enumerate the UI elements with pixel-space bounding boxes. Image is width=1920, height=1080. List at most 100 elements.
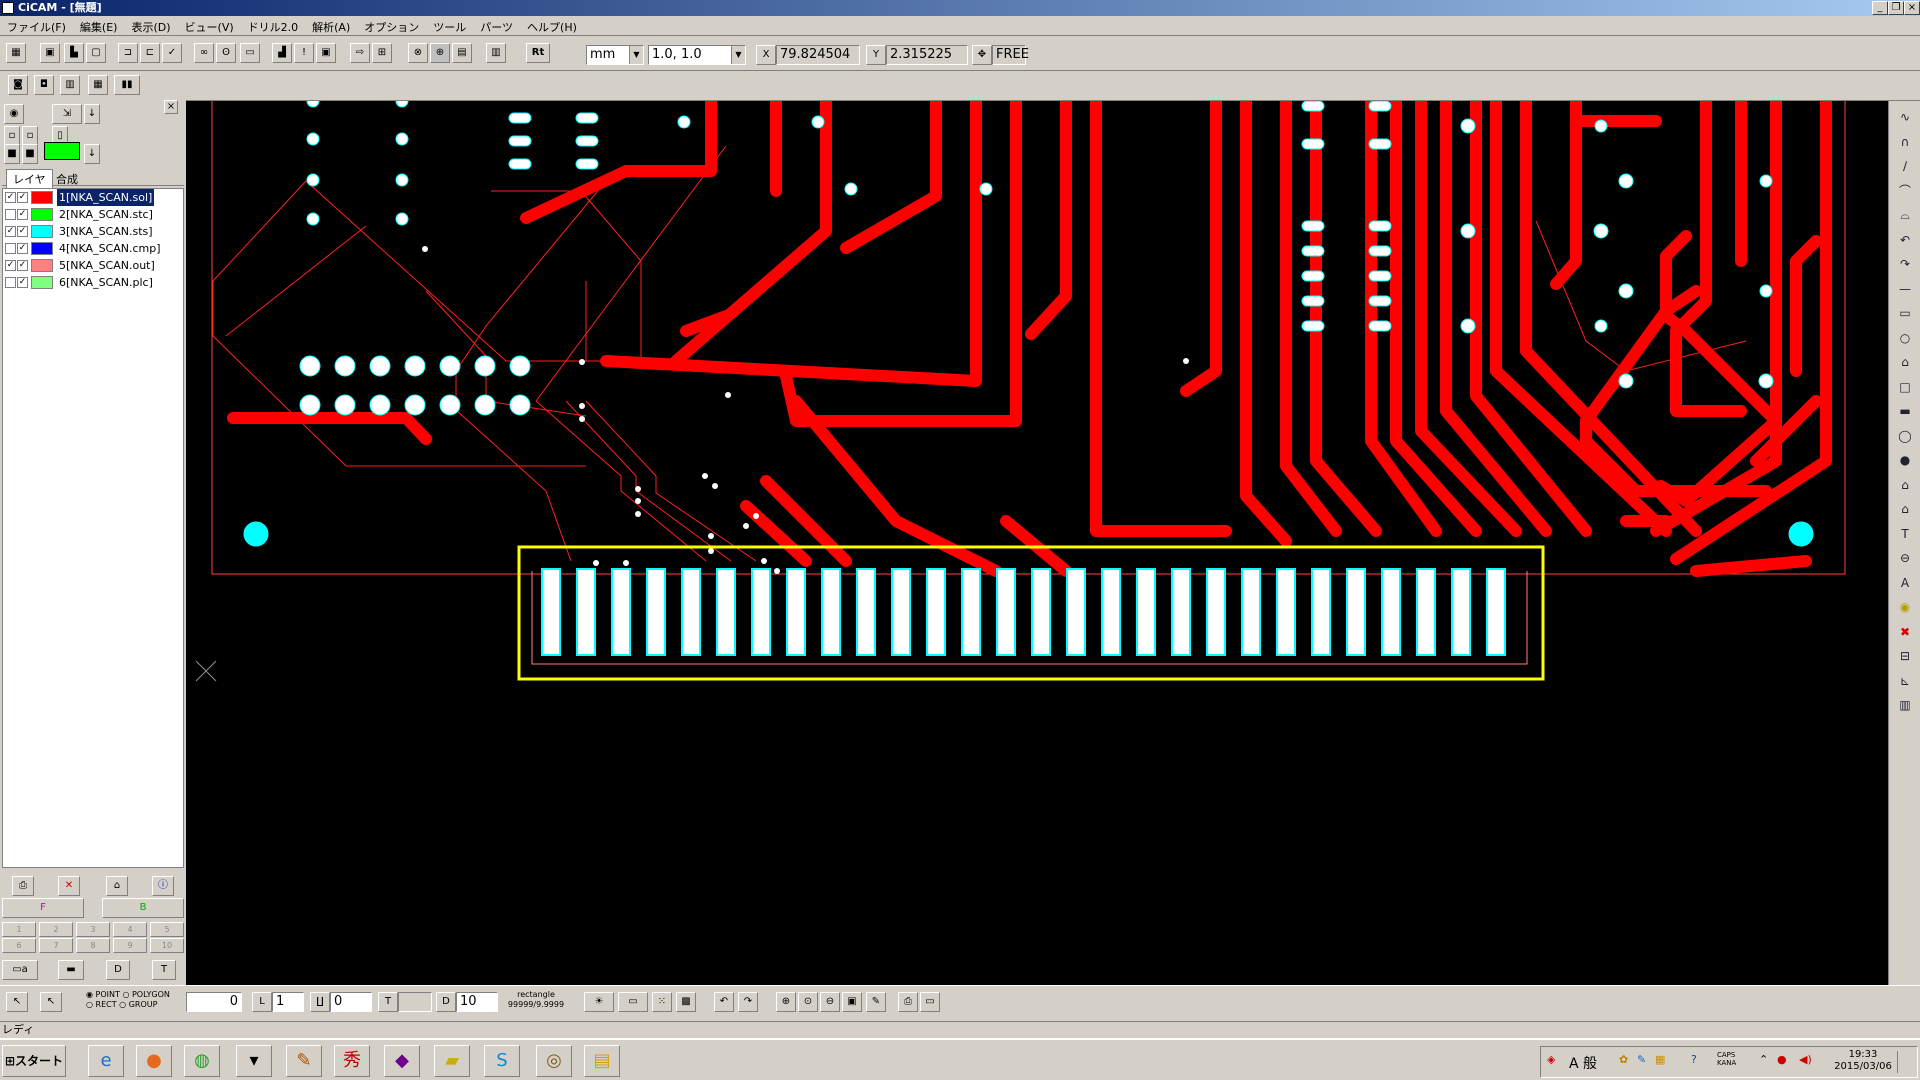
layer-row[interactable]: ✓ ✓ 5[NKA_SCAN.out] bbox=[3, 257, 183, 274]
tab-composite[interactable]: 合成 bbox=[50, 170, 84, 188]
home-fill-icon[interactable]: ⌂ bbox=[1895, 499, 1915, 519]
zoom-in-icon[interactable]: ⊕ bbox=[776, 992, 796, 1012]
layer-visible-checkbox[interactable]: ✓ bbox=[5, 226, 16, 237]
layer-number-button[interactable]: 9 bbox=[113, 938, 147, 953]
snap-grid-icon[interactable]: ▣ bbox=[40, 43, 60, 63]
snap-icon[interactable]: ✥ bbox=[972, 45, 992, 65]
arrow-right-icon[interactable]: ⇨ bbox=[350, 43, 370, 63]
pad-icon[interactable]: ⊕ bbox=[430, 43, 450, 63]
layer-active-checkbox[interactable]: ✓ bbox=[17, 277, 28, 288]
tab-layer[interactable]: レイヤ bbox=[6, 169, 53, 188]
close-icon[interactable]: × bbox=[164, 100, 178, 114]
menu-edit[interactable]: 編集(E) bbox=[73, 16, 125, 38]
layer-row[interactable]: ✓ 4[NKA_SCAN.cmp] bbox=[3, 240, 183, 257]
clock[interactable]: 19:33 2015/03/06 bbox=[1833, 1049, 1893, 1073]
chevron-up-icon[interactable]: ⌃ bbox=[1759, 1053, 1768, 1066]
color-grid-icon[interactable]: ▩ bbox=[676, 992, 696, 1012]
select-icon[interactable]: ▙ bbox=[64, 43, 84, 63]
layer-active-checkbox[interactable]: ✓ bbox=[17, 260, 28, 271]
layer-row[interactable]: ✓ 2[NKA_SCAN.stc] bbox=[3, 206, 183, 223]
rt-button[interactable]: Rt bbox=[526, 43, 550, 63]
ruler-icon[interactable]: ▭ bbox=[240, 43, 260, 63]
rotate-icon[interactable]: ⊏ bbox=[140, 43, 160, 63]
arrow-down-icon[interactable]: ↓ bbox=[84, 104, 100, 124]
layer-color-swatch[interactable] bbox=[31, 225, 53, 238]
rect-icon[interactable]: ▭ bbox=[1895, 303, 1915, 323]
ime-tool-icon[interactable]: ✿ bbox=[1619, 1053, 1628, 1066]
layer-number-button[interactable]: 2 bbox=[39, 922, 73, 937]
step-icon[interactable]: ▟ bbox=[272, 43, 292, 63]
firefox-icon[interactable]: ● bbox=[136, 1045, 172, 1077]
folder-icon[interactable]: ⌂ bbox=[106, 876, 128, 896]
table-icon[interactable]: ▥ bbox=[60, 75, 80, 95]
paint-icon[interactable]: ✎ bbox=[286, 1045, 322, 1077]
pad-icon[interactable]: ⌂ bbox=[1895, 352, 1915, 372]
menu-help[interactable]: ヘルプ(H) bbox=[520, 16, 584, 38]
layer-active-checkbox[interactable]: ✓ bbox=[17, 243, 28, 254]
width-field[interactable]: 1 bbox=[272, 992, 304, 1012]
layer-visible-checkbox[interactable] bbox=[5, 209, 16, 220]
radio-group[interactable]: ○ bbox=[119, 1000, 129, 1009]
layer-number-button[interactable]: 10 bbox=[150, 938, 184, 953]
height-field[interactable]: 0 bbox=[330, 992, 372, 1012]
polyline-icon[interactable]: ∿ bbox=[1895, 107, 1915, 127]
pen-icon[interactable]: ▬ bbox=[58, 960, 84, 980]
monitor-icon[interactable]: ▭ bbox=[920, 992, 940, 1012]
home-outline-icon[interactable]: ⌂ bbox=[1895, 475, 1915, 495]
measure-icon[interactable]: ✓ bbox=[162, 43, 182, 63]
cicam-icon[interactable]: ◎ bbox=[536, 1045, 572, 1077]
ime-indicator[interactable]: A 般 bbox=[1569, 1053, 1597, 1073]
binocular-icon[interactable]: ∞ bbox=[194, 43, 214, 63]
layer-visible-checkbox[interactable] bbox=[5, 243, 16, 254]
print-icon[interactable]: ⎙ bbox=[898, 992, 918, 1012]
radio-polygon[interactable]: ○ bbox=[122, 990, 132, 999]
line-icon[interactable]: ∕ bbox=[1895, 156, 1915, 176]
unit-select[interactable]: mm ▼ bbox=[586, 45, 644, 65]
zoom-out-icon[interactable]: ⊖ bbox=[820, 992, 840, 1012]
drill-icon[interactable]: ⊾ bbox=[1895, 671, 1915, 691]
copy-layer-icon[interactable]: ⊟ bbox=[1895, 646, 1915, 666]
align-icon[interactable]: ⊞ bbox=[372, 43, 392, 63]
rect-fill-icon[interactable]: ▬ bbox=[1895, 401, 1915, 421]
restore-button[interactable]: ❐ bbox=[1888, 1, 1904, 15]
redo-icon[interactable]: ↷ bbox=[738, 992, 758, 1012]
curve-icon[interactable]: ↶ bbox=[1895, 230, 1915, 250]
layer-number-button[interactable]: 5 bbox=[150, 922, 184, 937]
layer-color-swatch[interactable] bbox=[31, 259, 53, 272]
save-icon[interactable]: ⎙ bbox=[12, 876, 34, 896]
delete-icon[interactable]: ✕ bbox=[58, 876, 80, 896]
security-icon[interactable]: ● bbox=[1777, 1053, 1787, 1066]
window-icon[interactable]: ▢ bbox=[86, 43, 106, 63]
arc-alt-icon[interactable]: ⌓ bbox=[1895, 205, 1915, 225]
skype-icon[interactable]: S bbox=[484, 1045, 520, 1077]
help-icon[interactable]: ? bbox=[1691, 1053, 1697, 1066]
volume-icon[interactable]: ◀) bbox=[1799, 1053, 1812, 1066]
curve-alt-icon[interactable]: ↷ bbox=[1895, 254, 1915, 274]
pointer-icon[interactable]: ↖ bbox=[6, 992, 28, 1012]
radio-point[interactable]: ◉ bbox=[86, 990, 96, 999]
fox-app-icon[interactable]: ▾ bbox=[236, 1045, 272, 1077]
pcb-canvas[interactable] bbox=[186, 101, 1888, 985]
info-icon[interactable]: ! bbox=[294, 43, 314, 63]
text-icon[interactable]: T bbox=[152, 960, 176, 980]
cross-icon[interactable]: ✖ bbox=[1895, 622, 1915, 642]
pointer-alt-icon[interactable]: ↖ bbox=[40, 992, 62, 1012]
diameter-field[interactable]: 10 bbox=[456, 992, 498, 1012]
circle-icon[interactable]: ○ bbox=[1895, 328, 1915, 348]
hatch-icon[interactable]: ▥ bbox=[1895, 695, 1915, 715]
drc-icon[interactable]: ✎ bbox=[866, 992, 886, 1012]
layer-active-checkbox[interactable]: ✓ bbox=[17, 209, 28, 220]
menu-analysis[interactable]: 解析(A) bbox=[305, 16, 357, 38]
layer-color-swatch[interactable] bbox=[31, 191, 53, 204]
target-icon[interactable]: ⊗ bbox=[408, 43, 428, 63]
layer-color-swatch[interactable] bbox=[31, 276, 53, 289]
layer-visible-checkbox[interactable]: ✓ bbox=[5, 260, 16, 271]
pad-shape-icon[interactable]: ▭ bbox=[618, 992, 648, 1012]
ime-pad-icon[interactable]: ▦ bbox=[1655, 1053, 1665, 1066]
back-button[interactable]: B bbox=[102, 898, 184, 918]
arrow-down-icon[interactable]: ↓ bbox=[84, 144, 100, 164]
d-icon[interactable]: D bbox=[106, 960, 130, 980]
marker-icon[interactable]: ◉ bbox=[1895, 597, 1915, 617]
layer-active-checkbox[interactable]: ✓ bbox=[17, 226, 28, 237]
layer-color-swatch[interactable] bbox=[31, 208, 53, 221]
